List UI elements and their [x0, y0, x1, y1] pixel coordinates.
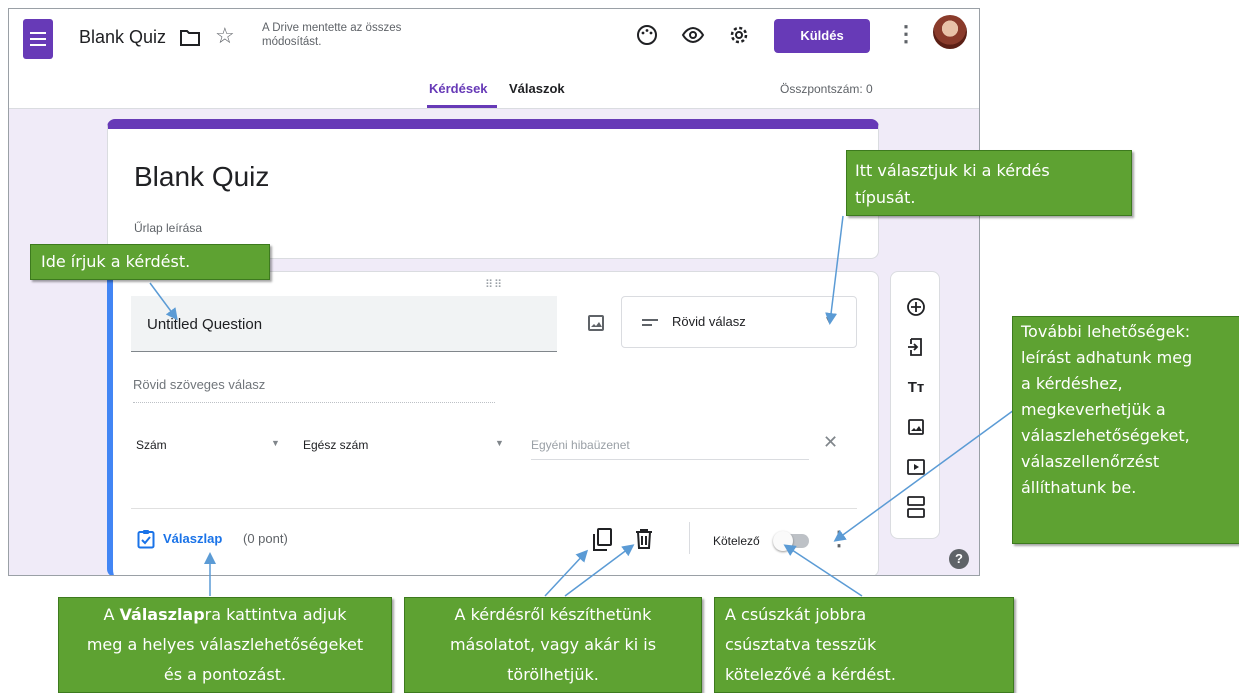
callout-more-options: További lehetőségek: leírást adhatunk me…	[1012, 316, 1239, 544]
question-card: ⠿⠿ Untitled Question Rövid válasz ▼ Rövi…	[107, 271, 879, 575]
toggle-knob[interactable]	[773, 531, 793, 551]
callout-line: válaszellenőrzést	[1021, 452, 1160, 471]
more-options-icon[interactable]: ⋮	[895, 21, 917, 47]
callout-line: típusát.	[855, 188, 916, 207]
callout-line: Itt választjuk ki a kérdés	[855, 161, 1050, 180]
callout-line: másolatot, vagy akár ki is	[449, 635, 657, 654]
add-question-icon[interactable]	[903, 294, 929, 320]
add-image-icon[interactable]	[587, 314, 605, 332]
forms-screenshot: Blank Quiz ☆ A Drive mentette az összes …	[8, 8, 980, 576]
duplicate-icon[interactable]	[591, 528, 613, 552]
avatar[interactable]	[933, 15, 967, 49]
import-questions-icon[interactable]	[903, 334, 929, 360]
callout-copy-delete: A kérdésről készíthetünk másolatot, vagy…	[404, 597, 702, 693]
validation-condition-caret-icon[interactable]: ▼	[495, 438, 504, 448]
answer-key-button[interactable]: Válaszlap	[163, 531, 222, 546]
response-validation-row: Szám ▼ Egész szám ▼ Egyéni hibaüzenet ✕	[131, 432, 851, 466]
callout-bold-text: Válaszlap	[119, 605, 205, 624]
add-section-icon[interactable]	[903, 494, 929, 520]
short-answer-placeholder: Rövid szöveges válasz	[133, 377, 495, 403]
delete-icon[interactable]	[635, 528, 653, 550]
question-more-options-icon[interactable]: ⋮	[829, 526, 849, 551]
callout-line: állíthatunk be.	[1021, 478, 1137, 497]
preview-eye-icon[interactable]	[681, 23, 705, 47]
add-image-icon[interactable]	[903, 414, 929, 440]
folder-icon[interactable]	[179, 29, 201, 47]
save-status: A Drive mentette az összes módosítást.	[262, 22, 402, 48]
form-description[interactable]: Űrlap leírása	[134, 221, 202, 235]
callout-line: meg a helyes válaszlehetőségeket	[86, 635, 364, 654]
form-title[interactable]: Blank Quiz	[134, 161, 269, 193]
divider	[131, 508, 857, 509]
drag-handle-icon[interactable]: ⠿⠿	[485, 278, 503, 291]
form-header-card: Blank Quiz Űrlap leírása	[107, 119, 879, 259]
callout-text: A	[103, 605, 120, 624]
add-video-icon[interactable]	[903, 454, 929, 480]
validation-condition-select[interactable]: Egész szám	[303, 438, 368, 452]
active-tab-indicator	[427, 105, 497, 108]
validation-type-select[interactable]: Szám	[136, 438, 167, 452]
callout-line: és a pontozást.	[163, 665, 287, 684]
forms-logo-icon[interactable]	[23, 19, 53, 59]
divider	[689, 522, 690, 554]
callout-line: megkeverhetjük a	[1021, 400, 1166, 419]
tab-answers[interactable]: Válaszok	[509, 81, 565, 96]
star-icon[interactable]: ☆	[215, 23, 235, 49]
help-icon[interactable]: ?	[949, 549, 969, 569]
add-title-icon[interactable]: Tт	[903, 374, 929, 400]
question-title-field[interactable]: Untitled Question	[131, 296, 557, 352]
callout-line: További lehetőségek:	[1021, 322, 1191, 341]
close-icon[interactable]: ✕	[823, 432, 838, 453]
top-bar: Blank Quiz ☆ A Drive mentette az összes …	[9, 9, 979, 109]
send-button[interactable]: Küldés	[774, 19, 870, 53]
callout-line: A Válaszlapra kattintva adjuk	[67, 600, 383, 630]
callout-line: A kérdésről készíthetünk	[454, 605, 652, 624]
total-points: Összpontszám: 0	[780, 82, 873, 96]
question-type-label: Rövid válasz	[672, 314, 746, 329]
palette-icon[interactable]	[635, 23, 659, 47]
answer-key-icon[interactable]	[137, 529, 155, 549]
required-toggle[interactable]	[773, 531, 809, 551]
side-toolbar: Tт	[890, 271, 940, 539]
document-title[interactable]: Blank Quiz	[79, 27, 166, 48]
points-label: (0 pont)	[243, 531, 288, 546]
dropdown-caret-icon: ▼	[824, 315, 834, 326]
callout-question: Ide írjuk a kérdést.	[30, 244, 270, 280]
callout-required: A csúszkát jobbra csúsztatva tesszük köt…	[714, 597, 1014, 693]
question-type-dropdown[interactable]: Rövid válasz ▼	[621, 296, 857, 348]
question-title-text: Untitled Question	[147, 316, 263, 333]
tab-questions[interactable]: Kérdések	[429, 81, 488, 96]
callout-line: válaszlehetőségeket,	[1021, 426, 1190, 445]
callout-text: ra kattintva adjuk	[204, 605, 347, 624]
callout-answer-key: A Válaszlapra kattintva adjuk meg a hely…	[58, 597, 392, 693]
custom-error-input[interactable]: Egyéni hibaüzenet	[531, 436, 809, 460]
callout-question-type: Itt választjuk ki a kérdés típusát.	[846, 150, 1132, 216]
callout-line: kötelezővé a kérdést.	[725, 665, 896, 684]
short-answer-icon	[642, 319, 658, 326]
callout-line: csúsztatva tesszük	[725, 635, 877, 654]
required-label: Kötelező	[713, 534, 760, 548]
callout-line: leírást adhatunk meg	[1021, 348, 1193, 367]
callout-line: törölhetjük.	[507, 665, 599, 684]
settings-gear-icon[interactable]	[727, 23, 751, 47]
callout-line: a kérdéshez,	[1021, 374, 1123, 393]
validation-type-caret-icon[interactable]: ▼	[271, 438, 280, 448]
callout-line: A csúszkát jobbra	[725, 605, 867, 624]
